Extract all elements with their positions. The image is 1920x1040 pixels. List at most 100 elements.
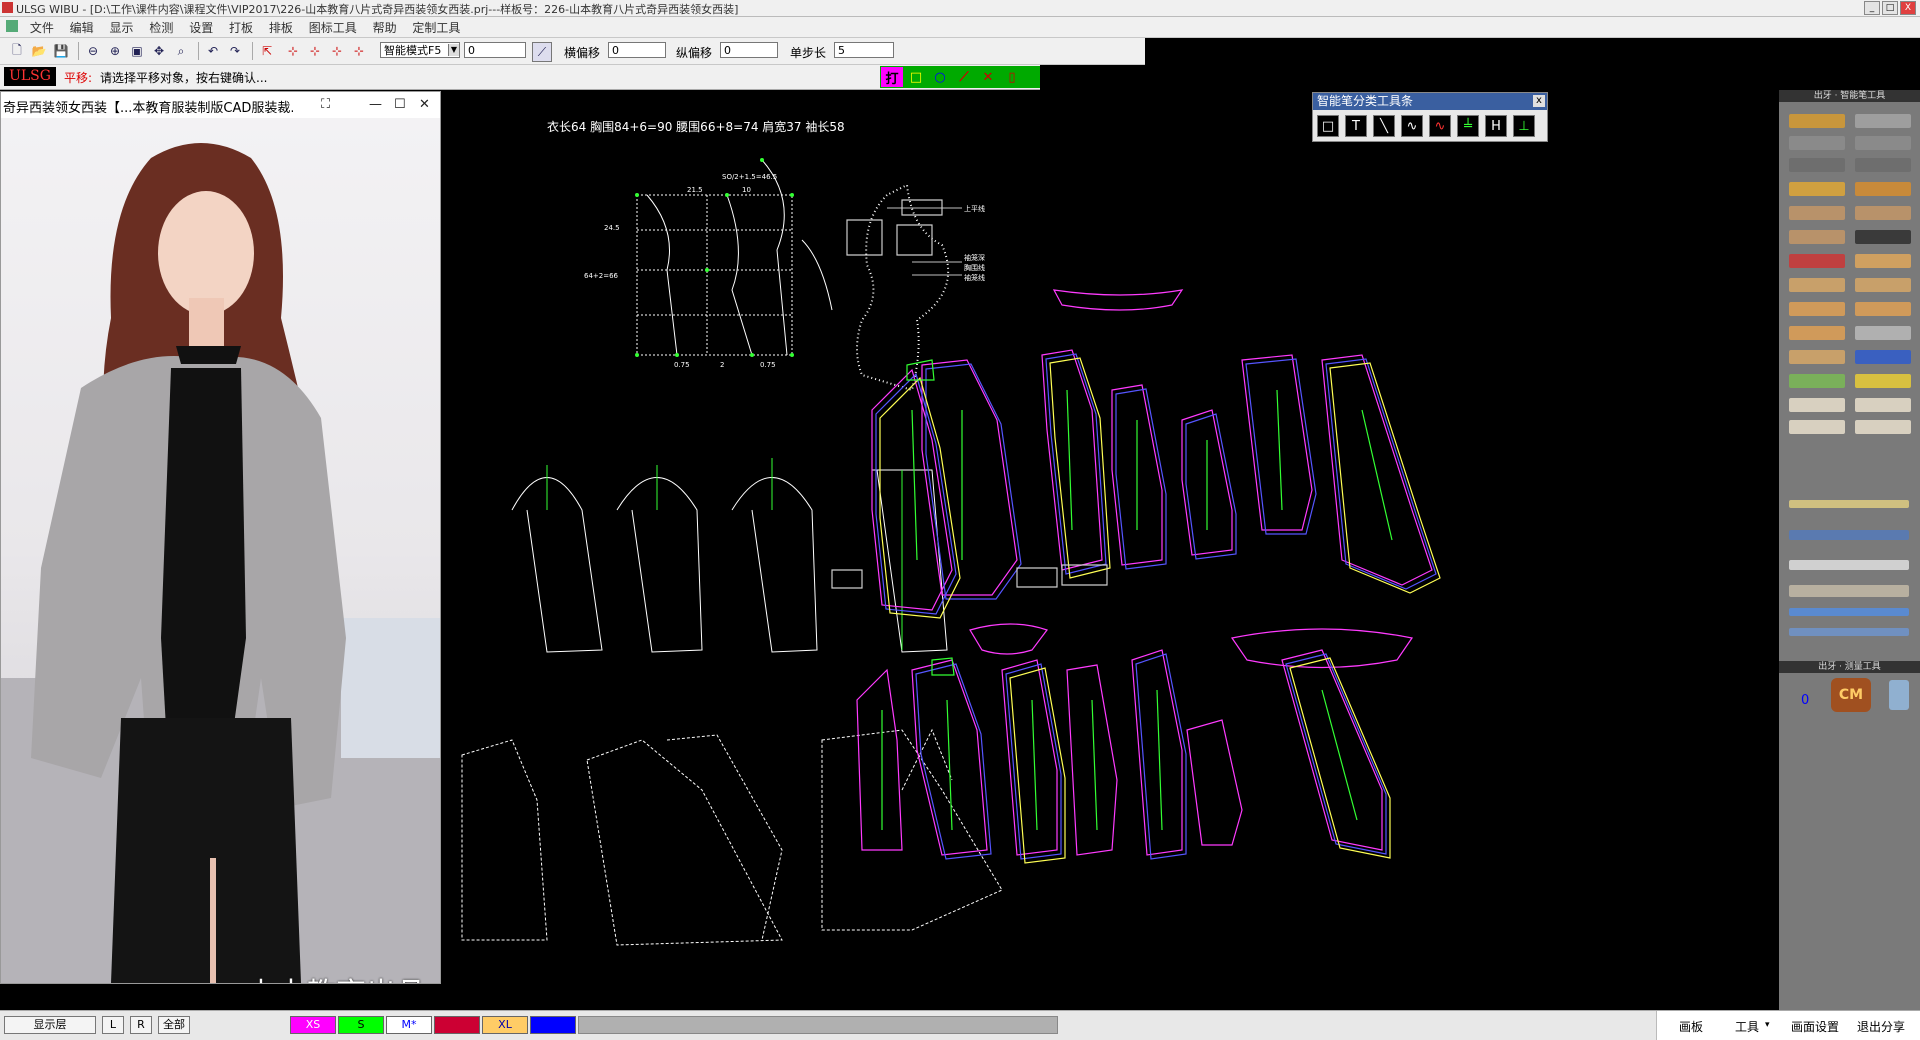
mirror-tool-icon[interactable] [1855, 278, 1911, 292]
pen-h-button[interactable]: H [1485, 115, 1507, 137]
mode-rect-button[interactable]: □ [905, 67, 927, 87]
curve-tool-icon[interactable] [1855, 326, 1911, 340]
delete-tool-icon[interactable] [1855, 420, 1911, 434]
close-icon[interactable]: ✕ [419, 97, 430, 112]
size-xs-button[interactable]: XS [290, 1016, 336, 1034]
dart-tool-icon[interactable] [1789, 206, 1845, 220]
minimize-button[interactable]: _ [1864, 1, 1880, 15]
tape-tool-icon[interactable] [1789, 182, 1845, 196]
split-tool-icon[interactable] [1789, 302, 1845, 316]
text-tool-icon[interactable] [1789, 374, 1845, 388]
cm-unit-button[interactable]: CM [1831, 678, 1871, 712]
pen-text-button[interactable]: T [1345, 115, 1367, 137]
move-point-icon[interactable]: ⊹ [328, 42, 346, 60]
menu-edit[interactable]: 编辑 [64, 17, 100, 38]
line-tool-icon[interactable] [1855, 136, 1911, 150]
zoom-fit-icon[interactable]: ⌕ [172, 42, 190, 60]
mode-pattern-button[interactable]: 打 [881, 67, 903, 87]
save-icon[interactable]: 💾 [52, 42, 70, 60]
value-field[interactable]: 0 [464, 42, 526, 58]
compass-tool-icon[interactable] [1855, 158, 1911, 172]
pen-rect-button[interactable]: □ [1317, 115, 1339, 137]
tools-button[interactable]: 工具 [1735, 1018, 1759, 1035]
size-s-button[interactable]: S [338, 1016, 384, 1034]
sewing-tool-icon[interactable] [1855, 230, 1911, 244]
pan-icon[interactable]: ✥ [150, 42, 168, 60]
mode-line-button[interactable]: ⟋ [953, 67, 975, 87]
adjust-point-icon[interactable]: ⊹ [284, 42, 302, 60]
size-l-button[interactable]: L [434, 1016, 480, 1034]
open-folder-icon[interactable]: 📂 [30, 42, 48, 60]
layer-r-button[interactable]: R [130, 1016, 152, 1034]
grading-ruler-icon[interactable] [1789, 585, 1909, 597]
corner-tool-icon[interactable] [1789, 420, 1845, 434]
transform-icon[interactable]: ⊹ [350, 42, 368, 60]
line-tool-icon[interactable] [1789, 136, 1845, 150]
dart-tool-icon[interactable] [1855, 206, 1911, 220]
menu-check[interactable]: 检测 [143, 17, 179, 38]
pen-perp-button[interactable]: ⊥ [1513, 115, 1535, 137]
close-icon[interactable]: x [1533, 95, 1545, 107]
step-input[interactable]: 5 [834, 42, 894, 58]
arc-ruler-icon[interactable] [1789, 560, 1909, 570]
pen-line-button[interactable]: ╲ [1373, 115, 1395, 137]
pen-curve2-button[interactable]: ∿ [1429, 115, 1451, 137]
mode-circle-button[interactable]: ○ [929, 67, 951, 87]
menu-marker[interactable]: 排板 [263, 17, 299, 38]
v-offset-input[interactable]: 0 [720, 42, 778, 58]
seam-tool-icon[interactable] [1789, 326, 1845, 340]
calculator-icon[interactable] [1889, 680, 1909, 710]
menu-pattern[interactable]: 打板 [223, 17, 259, 38]
size-m-button[interactable]: M* [386, 1016, 432, 1034]
angle-icon[interactable]: ⟋ [532, 42, 552, 62]
menu-file[interactable]: 文件 [24, 17, 60, 38]
maximize-button[interactable]: □ [1882, 1, 1898, 15]
menu-view[interactable]: 显示 [104, 17, 140, 38]
chevron-down-icon[interactable]: ▾ [1765, 1020, 1770, 1030]
mode-flag-button[interactable]: ▯ [1001, 67, 1023, 87]
adjust-line-icon[interactable]: ⊹ [306, 42, 324, 60]
merge-tool-icon[interactable] [1855, 302, 1911, 316]
layer-display[interactable]: 显示层 [4, 1016, 96, 1034]
screen-settings-button[interactable]: 画面设置 [1791, 1018, 1839, 1035]
drill-tool-icon[interactable] [1855, 350, 1911, 364]
undo-icon[interactable]: ↶ [204, 42, 222, 60]
drawing-canvas[interactable]: 衣长64 胸围84+6=90 腰围66+8=74 肩宽37 袖长58 SO/2+… [442, 90, 1779, 1010]
notch-tool-icon[interactable] [1789, 350, 1845, 364]
h-offset-input[interactable]: 0 [608, 42, 666, 58]
layer-l-button[interactable]: L [102, 1016, 124, 1034]
curve-ruler-icon[interactable] [1789, 628, 1909, 636]
compass-tool-icon[interactable] [1789, 158, 1845, 172]
select-icon[interactable]: ⇱ [258, 42, 276, 60]
pen-grain-button[interactable]: ╧ [1457, 115, 1479, 137]
scissors-tool-icon[interactable] [1789, 254, 1845, 268]
all-sizes-button[interactable]: 全部 [158, 1016, 190, 1034]
zoom-window-icon[interactable]: ▣ [128, 42, 146, 60]
minimize-icon[interactable]: — [369, 97, 382, 112]
curve-ruler-icon[interactable] [1789, 608, 1909, 616]
pen-curve-button[interactable]: ∿ [1401, 115, 1423, 137]
zoom-out-icon[interactable]: ⊖ [84, 42, 102, 60]
close-button[interactable]: X [1900, 1, 1916, 15]
size-xl-button[interactable]: XL [482, 1016, 528, 1034]
menu-custom-tools[interactable]: 定制工具 [406, 17, 466, 38]
cut-tool-icon[interactable] [1855, 254, 1911, 268]
board-button[interactable]: 画板 [1679, 1018, 1703, 1035]
chevron-down-icon[interactable]: ▼ [448, 44, 459, 56]
zoom-in-icon[interactable]: ⊕ [106, 42, 124, 60]
ruler-tool-icon[interactable] [1855, 114, 1911, 128]
maximize-icon[interactable]: ☐ [394, 97, 406, 112]
fit-icon[interactable]: ⛶ [321, 97, 330, 112]
exit-share-button[interactable]: 退出分享 [1857, 1018, 1905, 1035]
ruler-icon[interactable] [1789, 500, 1909, 508]
hem-tool-icon[interactable] [1789, 398, 1845, 412]
size-extra-button[interactable] [530, 1016, 576, 1034]
marker-tool-icon[interactable] [1855, 374, 1911, 388]
hem-tool-icon[interactable] [1855, 398, 1911, 412]
menu-icon-tools[interactable]: 图标工具 [303, 17, 363, 38]
pleat-tool-icon[interactable] [1789, 230, 1845, 244]
curve-ruler-icon[interactable] [1789, 530, 1909, 540]
mode-cross-button[interactable]: ✕ [977, 67, 999, 87]
rotate-tool-icon[interactable] [1789, 278, 1845, 292]
pen-tool-icon[interactable] [1789, 114, 1845, 128]
